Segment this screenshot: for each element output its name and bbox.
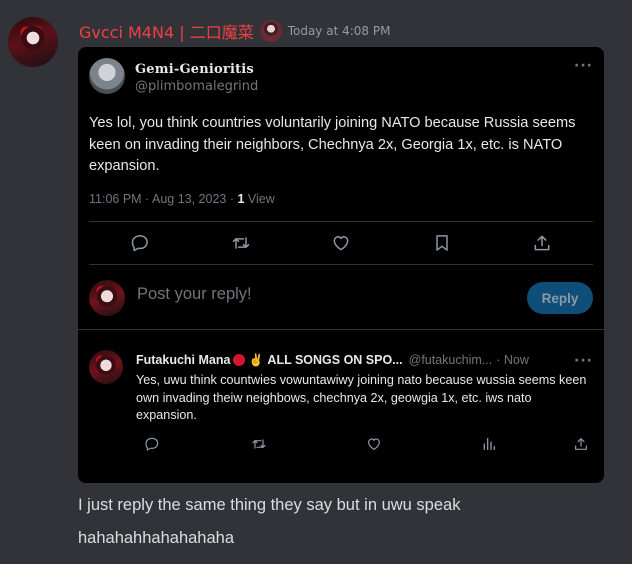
username[interactable]: Gvcci M4N4 | 二口魔菜 (79, 19, 254, 43)
divider (89, 221, 593, 222)
tweet-author-handle[interactable]: @plimbomalegrind (135, 79, 258, 94)
message-timestamp: Today at 4:08 PM (287, 24, 391, 38)
views-icon[interactable] (481, 436, 497, 452)
like-icon[interactable] (331, 233, 351, 253)
reply-box-avatar (89, 280, 125, 316)
message-header: Gvcci M4N4 | 二口魔菜 Today at 4:08 PM (79, 20, 390, 42)
reply-icon[interactable] (144, 436, 160, 452)
tweet-author-name[interactable]: Gemi-Genioritis (135, 62, 254, 77)
tweet-more-button[interactable]: ··· (574, 59, 593, 73)
message-text-line: hahahahhahahahaha (78, 529, 235, 547)
reply-more-button[interactable]: ··· (574, 354, 593, 368)
red-circle-icon (233, 354, 246, 366)
reply-author-handle[interactable]: @futakuchim... (409, 353, 493, 367)
bookmark-icon[interactable] (432, 233, 452, 253)
reply-input[interactable] (137, 285, 437, 304)
tweet-embed: Gemi-Genioritis @plimbomalegrind ··· Yes… (78, 47, 604, 483)
reply-author-name-suffix[interactable]: ALL SONGS ON SPO... (267, 353, 402, 367)
retweet-icon[interactable] (251, 436, 267, 452)
reply-header: Futakuchi Mana ✌ ALL SONGS ON SPO... @fu… (136, 352, 560, 368)
divider (89, 264, 593, 265)
tweet-views-label: View (244, 192, 275, 206)
message-avatar[interactable] (8, 17, 58, 67)
reply-time: · Now (496, 353, 529, 367)
username-badge-icon (259, 20, 282, 42)
reply-button[interactable]: Reply (527, 282, 593, 314)
tweet-author-avatar[interactable] (89, 58, 125, 94)
reply-icon[interactable] (130, 233, 150, 253)
tweet-date[interactable]: 11:06 PM · Aug 13, 2023 · (89, 192, 237, 206)
tweet-text: Yes lol, you think countries voluntarily… (89, 115, 576, 174)
like-icon[interactable] (366, 436, 382, 452)
message-text-line: I just reply the same thing they say but… (78, 496, 461, 514)
reply-author-name[interactable]: Futakuchi Mana (136, 353, 230, 367)
retweet-icon[interactable] (231, 233, 251, 253)
reply-author-avatar[interactable] (89, 350, 123, 384)
divider (78, 329, 604, 330)
share-icon[interactable] (532, 233, 552, 253)
share-icon[interactable] (573, 436, 589, 452)
reply-text: Yes, uwu think countwies vowuntawiwy joi… (136, 373, 587, 422)
message-text: I just reply the same thing they say but… (78, 489, 618, 555)
tweet-meta: 11:06 PM · Aug 13, 2023 · 1 View (89, 192, 275, 206)
rock-hand-icon: ✌ (248, 353, 264, 367)
